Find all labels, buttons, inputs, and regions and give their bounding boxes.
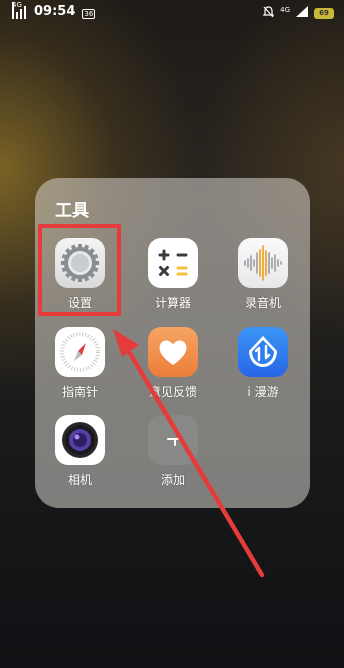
annotation-arrow-icon — [113, 329, 265, 578]
